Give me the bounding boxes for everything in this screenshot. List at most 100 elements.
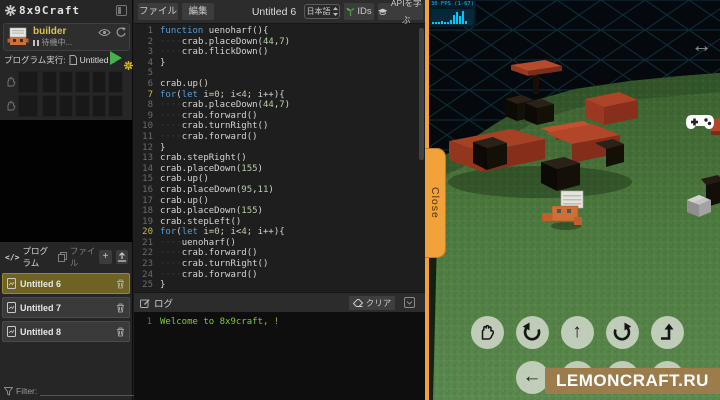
inventory-slot[interactable] xyxy=(75,71,90,93)
line-number: 14 xyxy=(142,163,153,174)
hand-slot-icon xyxy=(4,76,18,88)
character-name: builder xyxy=(33,26,67,37)
rotate-cw-button[interactable] xyxy=(605,315,639,349)
move-forward-button[interactable]: ↑ xyxy=(560,315,594,349)
inventory-slot[interactable] xyxy=(91,95,106,117)
menu-file-button[interactable]: ファイル xyxy=(138,3,178,20)
line-number: 5 xyxy=(147,68,153,79)
code-line: 1 function uenoharf(){ xyxy=(134,26,425,37)
inventory-hand-slot[interactable] xyxy=(18,71,38,93)
refresh-icon[interactable] xyxy=(116,27,126,37)
program-list-item[interactable]: Untitled 6 xyxy=(2,273,130,294)
sidebar: 8x9Craft builder 待機中... プログラム実行: Untitle… xyxy=(0,0,159,400)
sidebar-toggle-button[interactable] xyxy=(116,5,127,16)
resize-horizontal-icon[interactable]: ↔ xyxy=(691,34,712,58)
line-number: 9 xyxy=(147,110,153,121)
copy-icon xyxy=(57,252,67,262)
inventory-slot[interactable] xyxy=(42,95,57,117)
watermark: LEMONCRAFT.RU xyxy=(545,368,720,394)
run-row: プログラム実行: Untitled 6 xyxy=(4,51,133,70)
pan-hand-button[interactable] xyxy=(470,315,504,349)
editor-title: Untitled 6 xyxy=(251,6,297,18)
program-name: Untitled 8 xyxy=(20,326,62,337)
code-line: 2 ····crab.placeDown(44,7) xyxy=(134,37,425,48)
code-line: 8 ····crab.placeDown(44,7) xyxy=(134,100,425,111)
gamepad-icon[interactable] xyxy=(685,112,715,132)
inventory-slot[interactable] xyxy=(108,71,123,93)
code-line: 19 crab.stepLeft() xyxy=(134,217,425,228)
updown-arrows-icon xyxy=(332,7,338,16)
delete-program-button[interactable] xyxy=(116,327,125,337)
line-number: 2 xyxy=(147,36,153,47)
inventory-slot[interactable] xyxy=(58,71,73,93)
ids-button[interactable]: IDs xyxy=(344,3,374,20)
menu-edit-button[interactable]: 編集 xyxy=(182,3,214,20)
pause-icon xyxy=(33,39,39,46)
rotate-cw-icon xyxy=(613,322,632,341)
add-program-button[interactable]: + xyxy=(99,250,112,264)
inventory-slot[interactable] xyxy=(91,71,106,93)
app-logo: 8x9Craft xyxy=(19,4,80,17)
learn-api-button[interactable]: APIを学ぶ xyxy=(378,0,423,25)
inventory-hand-slot[interactable] xyxy=(18,95,38,117)
seedling-icon xyxy=(346,7,355,16)
program-list-item[interactable]: Untitled 7 xyxy=(2,297,130,318)
programs-panel: </> プログラム ファイル + Untitled 6 Untitled 7 Unt… xyxy=(0,242,159,400)
filter-label: Filter: xyxy=(16,386,38,396)
code-line: 6 crab.up() xyxy=(134,79,425,90)
delete-program-button[interactable] xyxy=(116,279,125,289)
run-program-button[interactable] xyxy=(110,51,133,70)
step-up-button[interactable] xyxy=(650,315,684,349)
game-view: Close 30 FPS (1-67) ↔ ↑ ← ↓ → xyxy=(425,0,720,400)
log-header: ログ クリア xyxy=(134,292,425,312)
code-line: 21 ····uenoharf() xyxy=(134,238,425,249)
line-number: 10 xyxy=(142,121,153,132)
clear-log-button[interactable]: クリア xyxy=(349,296,395,310)
visibility-eye-icon[interactable] xyxy=(98,28,111,37)
inventory-slot[interactable] xyxy=(75,95,90,117)
inventory-slot[interactable] xyxy=(42,71,57,93)
program-file-icon xyxy=(7,302,16,313)
preview-area xyxy=(0,120,132,242)
editor-scrollbar[interactable] xyxy=(419,28,424,160)
code-line: 14 crab.placeDown(155) xyxy=(134,164,425,175)
log-collapse-button[interactable] xyxy=(404,297,415,308)
move-left-button[interactable]: ← xyxy=(515,360,549,394)
editor-topbar: ファイル 編集 Untitled 6 日本語 IDs APIを学ぶ xyxy=(134,0,425,25)
code-line: 11 ····crab.forward() xyxy=(134,132,425,143)
line-number: 25 xyxy=(142,280,153,291)
language-select[interactable]: 日本語 xyxy=(304,4,340,19)
tab-files[interactable]: ファイル xyxy=(57,245,96,269)
line-number: 6 xyxy=(147,78,153,89)
line-number: 7 xyxy=(147,89,153,100)
line-number: 15 xyxy=(142,174,153,185)
hand-icon xyxy=(481,324,495,340)
line-number: 12 xyxy=(142,142,153,153)
character-card: builder 待機中... xyxy=(3,23,130,51)
line-number: 19 xyxy=(142,216,153,227)
code-line: 7 for(let i=0; i<4; i++){ xyxy=(134,90,425,101)
line-number: 20 xyxy=(142,227,153,238)
inventory-slot[interactable] xyxy=(58,95,73,117)
upload-program-button[interactable] xyxy=(115,250,128,264)
inventory-slot[interactable] xyxy=(108,95,123,117)
logo-row: 8x9Craft xyxy=(0,0,132,21)
rotate-ccw-icon xyxy=(522,322,541,341)
code-line: 22 ····crab.forward() xyxy=(134,248,425,259)
fps-stats-widget: 30 FPS (1-67) xyxy=(429,0,476,27)
close-panel-tab[interactable]: Close xyxy=(425,148,446,258)
blocks-box-icon[interactable] xyxy=(686,194,712,218)
program-list-item[interactable]: Untitled 8 xyxy=(2,321,130,342)
filter-row: Filter: x xyxy=(4,386,159,396)
hand-slot-icon xyxy=(4,100,18,112)
rotate-ccw-button[interactable] xyxy=(515,315,549,349)
code-line: 4} xyxy=(134,58,425,69)
delete-program-button[interactable] xyxy=(116,303,125,313)
line-number: 23 xyxy=(142,259,153,270)
tab-programs[interactable]: </> プログラム xyxy=(5,245,54,269)
code-editor[interactable]: 1 function uenoharf(){2 ····crab.placeDown… xyxy=(134,24,425,292)
bent-arrow-up-icon xyxy=(661,323,674,340)
line-number: 21 xyxy=(142,237,153,248)
line-number: 17 xyxy=(142,195,153,206)
line-number: 1 xyxy=(147,26,153,36)
